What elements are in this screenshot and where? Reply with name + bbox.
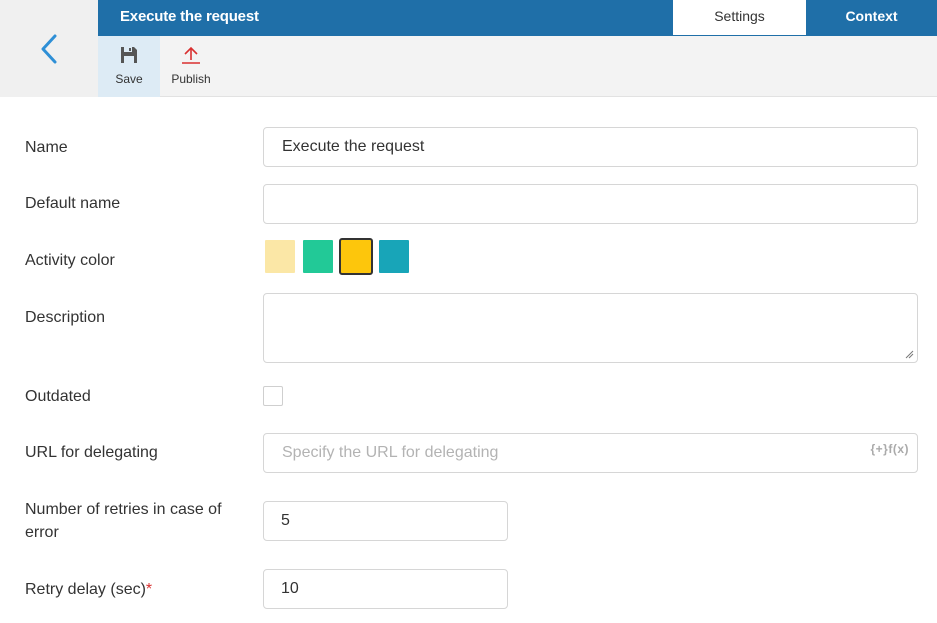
- default-name-label: Default name: [25, 195, 121, 212]
- save-label: Save: [115, 72, 143, 86]
- retries-input[interactable]: 5: [263, 501, 508, 541]
- outdated-label: Outdated: [25, 388, 91, 405]
- color-swatch-green[interactable]: [301, 238, 335, 275]
- retries-label: Number of retries in case of error: [25, 501, 222, 541]
- retry-delay-input[interactable]: 10: [263, 569, 508, 609]
- required-mark: *: [145, 581, 153, 598]
- floppy-disk-icon: [118, 44, 140, 66]
- activity-color-picker: [263, 238, 415, 275]
- description-label: Description: [25, 309, 106, 326]
- save-button[interactable]: Save: [98, 36, 160, 97]
- page-title: Execute the request: [120, 8, 259, 25]
- color-swatch-yellow[interactable]: [339, 238, 373, 275]
- tab-context[interactable]: Context: [806, 0, 937, 35]
- name-input[interactable]: Execute the request: [263, 127, 918, 167]
- toolbar: Save Publish: [98, 36, 937, 97]
- retry-delay-label: Retry delay (sec)*: [25, 578, 152, 601]
- chevron-left-icon: [41, 34, 57, 63]
- default-name-input[interactable]: [263, 184, 918, 224]
- activity-color-label: Activity color: [25, 252, 115, 269]
- upload-arrow-icon: [180, 44, 202, 66]
- publish-label: Publish: [171, 72, 211, 86]
- url-delegating-label: URL for delegating: [25, 444, 158, 461]
- header-bar: Execute the request Settings Context: [98, 0, 937, 36]
- formula-icon[interactable]: {+}f(x): [870, 442, 909, 456]
- url-delegating-placeholder: Specify the URL for delegating: [282, 444, 499, 461]
- color-swatch-light-yellow[interactable]: [263, 238, 297, 275]
- url-delegating-input[interactable]: Specify the URL for delegating {+}f(x): [263, 433, 918, 473]
- retry-delay-text: Retry delay (sec): [25, 581, 146, 598]
- name-label: Name: [25, 139, 68, 156]
- description-textarea[interactable]: [263, 293, 918, 363]
- publish-button[interactable]: Publish: [160, 36, 222, 97]
- tab-settings[interactable]: Settings: [673, 0, 806, 35]
- color-swatch-teal[interactable]: [377, 238, 411, 275]
- outdated-checkbox[interactable]: [263, 386, 283, 406]
- resize-handle-icon[interactable]: [905, 350, 914, 359]
- back-button[interactable]: [0, 0, 98, 97]
